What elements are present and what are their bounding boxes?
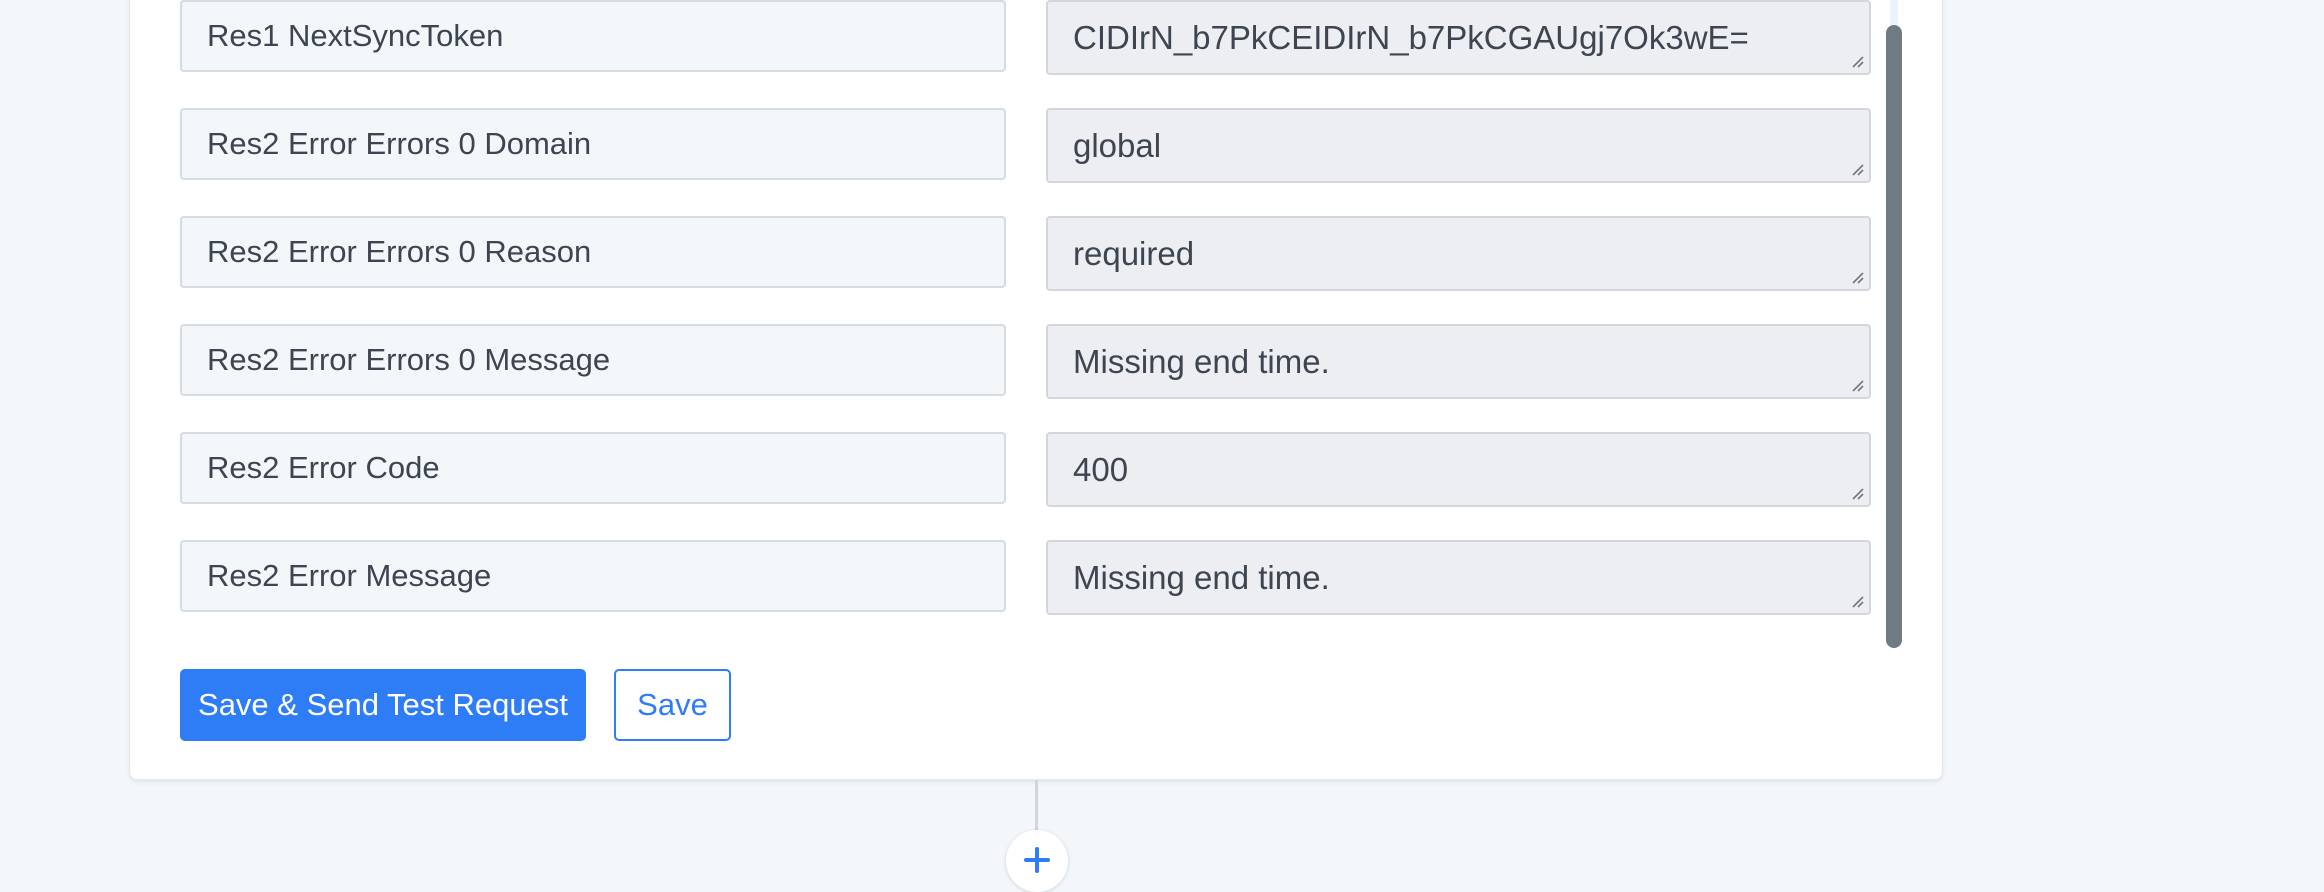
plus-icon — [1024, 847, 1050, 873]
add-step-button[interactable] — [1006, 830, 1068, 892]
resize-grip-icon[interactable] — [1850, 378, 1864, 392]
response-value-text: required — [1073, 234, 1195, 272]
response-value-text: Missing end time. — [1073, 558, 1330, 596]
save-and-send-test-request-button[interactable]: Save & Send Test Request — [180, 669, 586, 741]
response-value-field[interactable]: global — [1046, 108, 1871, 183]
response-value-text: global — [1073, 126, 1162, 164]
resize-grip-icon[interactable] — [1850, 162, 1864, 176]
response-value-text: Missing end time. — [1073, 342, 1330, 380]
response-value-field[interactable]: 400 — [1046, 432, 1871, 507]
response-value-text: 400 — [1073, 450, 1129, 488]
response-value-field[interactable]: CIDIrN_b7PkCEIDIrN_b7PkCGAUgj7Ok3wE= — [1046, 0, 1871, 75]
response-value-text: CIDIrN_b7PkCEIDIrN_b7PkCGAUgj7Ok3wE= — [1073, 18, 1749, 56]
response-key-text: Res2 Error Errors 0 Message — [207, 342, 611, 377]
response-key-field[interactable]: Res2 Error Message — [180, 540, 1006, 612]
response-value-field[interactable]: Missing end time. — [1046, 540, 1871, 615]
response-key-text: Res2 Error Errors 0 Reason — [207, 234, 592, 269]
response-key-field[interactable]: Res2 Error Errors 0 Domain — [180, 108, 1006, 180]
response-key-field[interactable]: Res2 Error Errors 0 Reason — [180, 216, 1006, 288]
resize-grip-icon[interactable] — [1850, 54, 1864, 68]
response-key-text: Res2 Error Code — [207, 450, 440, 485]
step-connector-line — [1035, 780, 1038, 832]
resize-grip-icon[interactable] — [1850, 486, 1864, 500]
resize-grip-icon[interactable] — [1850, 270, 1864, 284]
response-key-text: Res1 NextSyncToken — [207, 18, 504, 53]
response-value-field[interactable]: Missing end time. — [1046, 324, 1871, 399]
response-value-field[interactable]: required — [1046, 216, 1871, 291]
response-key-field[interactable]: Res1 NextSyncToken — [180, 0, 1006, 72]
response-key-text: Res2 Error Message — [207, 558, 492, 593]
response-key-field[interactable]: Res2 Error Errors 0 Message — [180, 324, 1006, 396]
save-button[interactable]: Save — [614, 669, 731, 741]
resize-grip-icon[interactable] — [1850, 594, 1864, 608]
scrollbar-thumb[interactable] — [1886, 25, 1902, 648]
response-key-text: Res2 Error Errors 0 Domain — [207, 126, 592, 161]
response-key-field[interactable]: Res2 Error Code — [180, 432, 1006, 504]
